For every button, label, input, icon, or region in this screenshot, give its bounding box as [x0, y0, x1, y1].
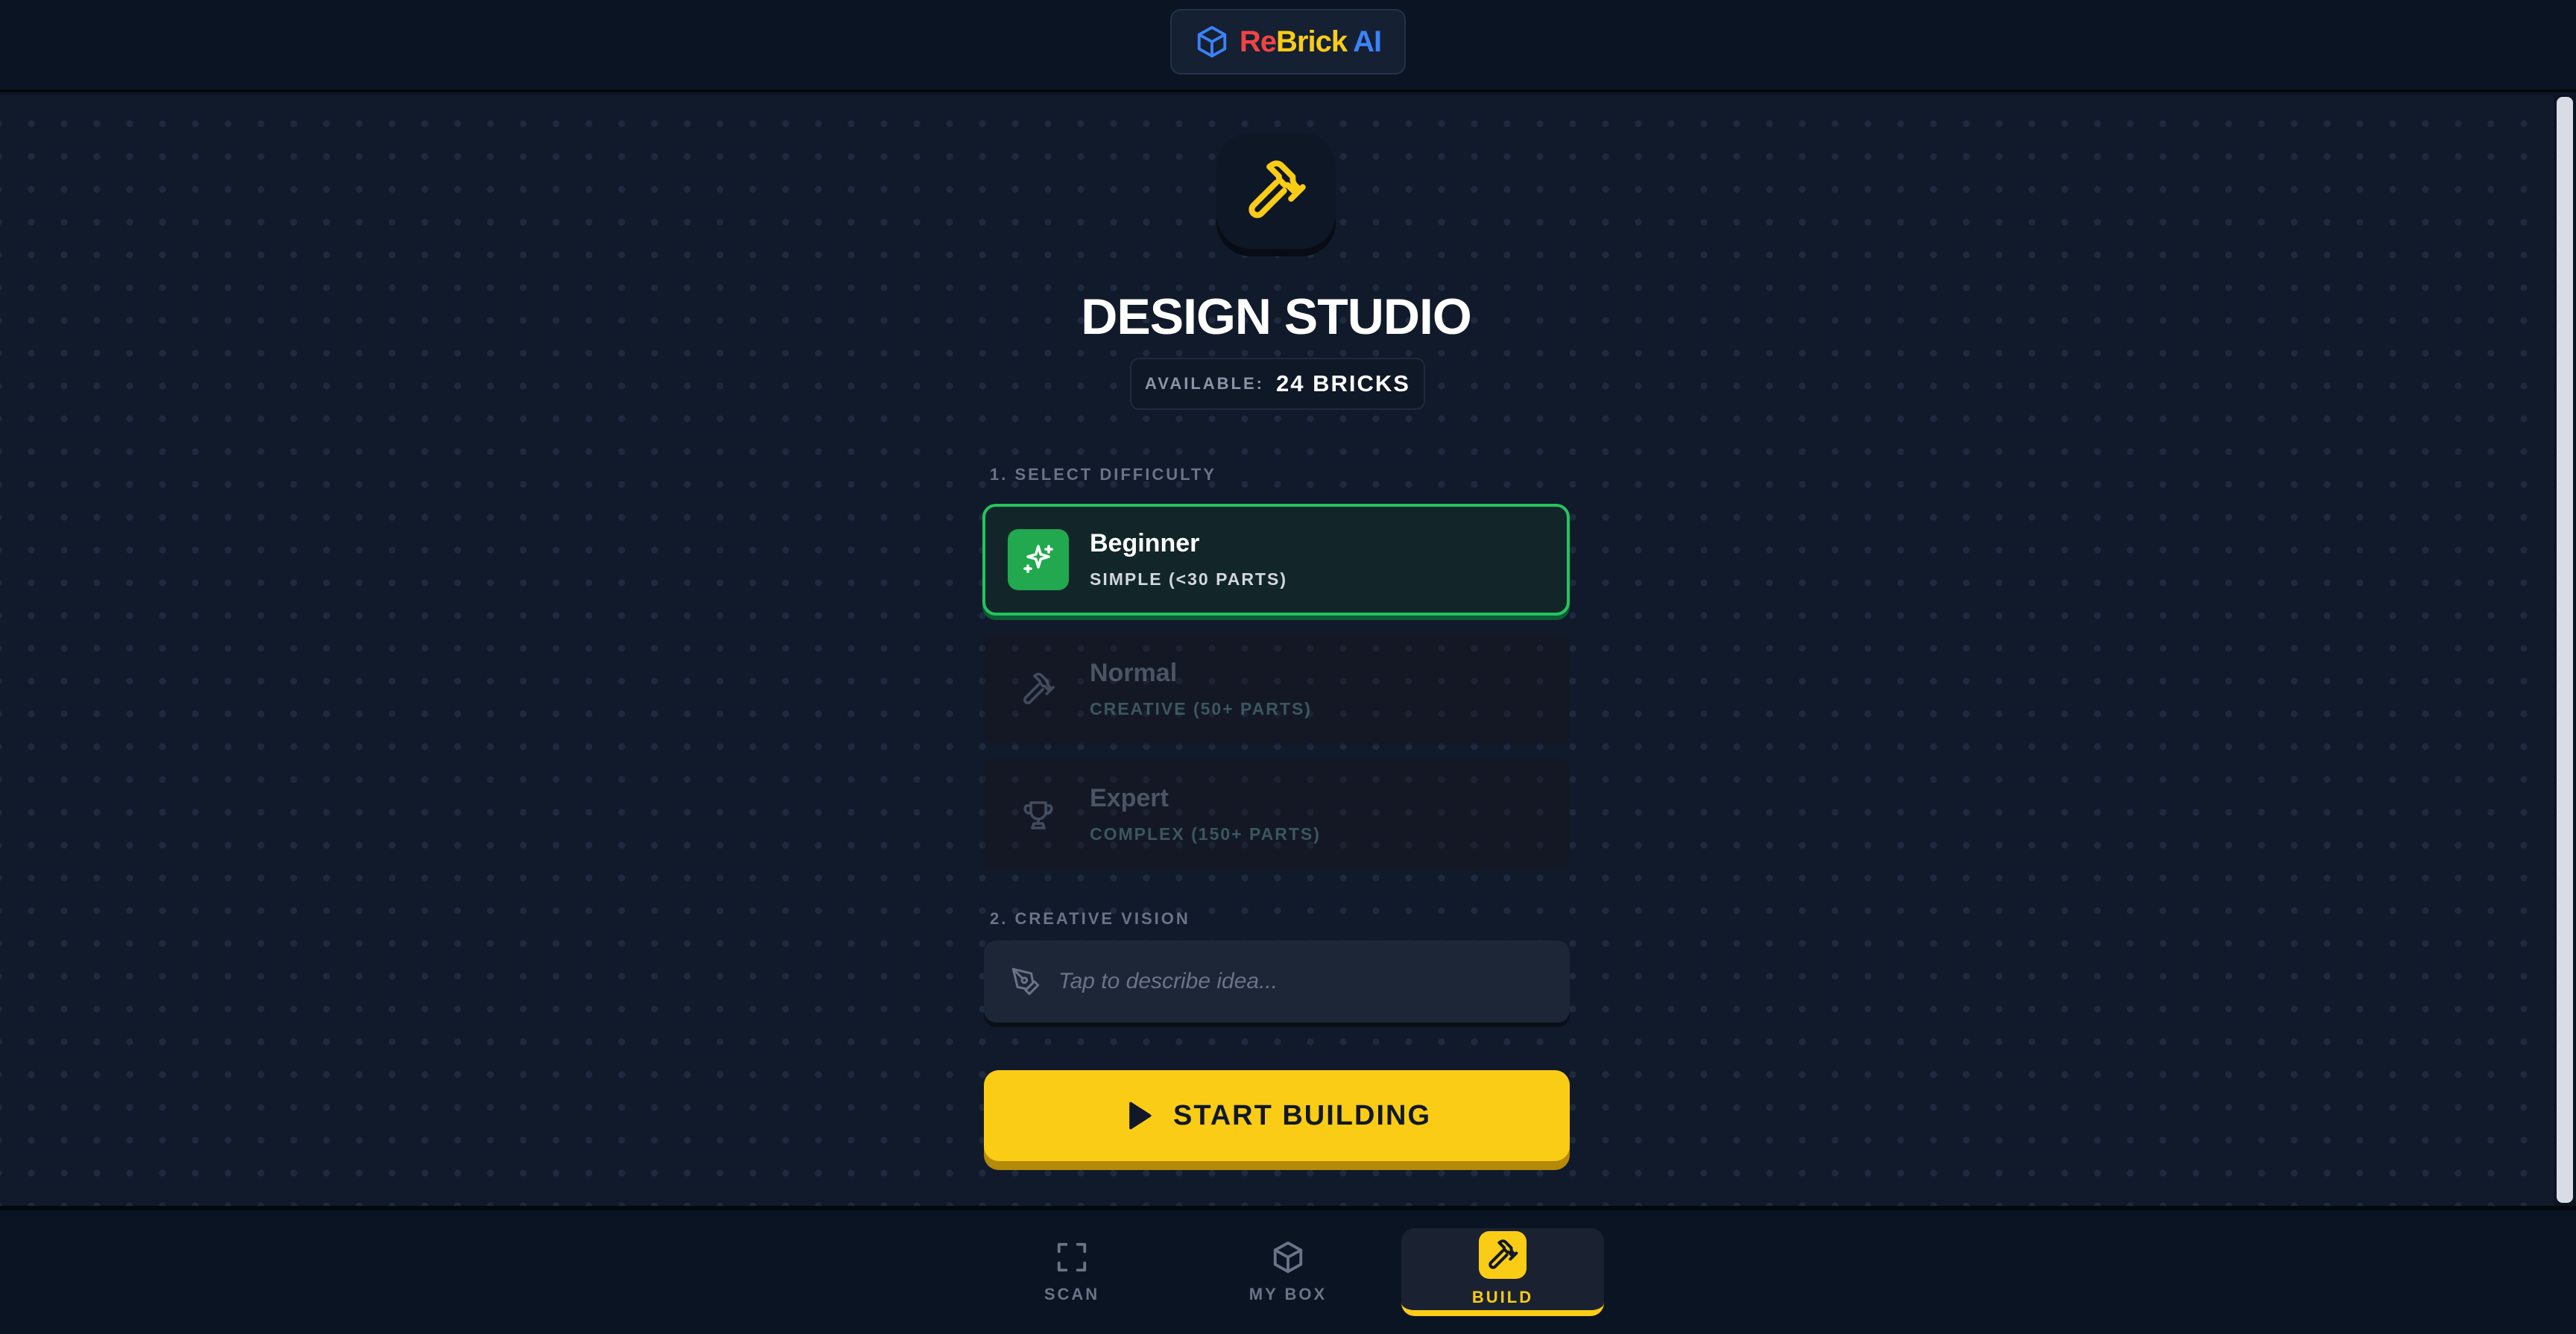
creative-vision-input[interactable]	[1058, 941, 1550, 1022]
sparkles-icon	[1023, 545, 1053, 573]
nav-label: BUILD	[1471, 1288, 1534, 1306]
brand-logo[interactable]: ReBrick AI	[1170, 9, 1406, 75]
difficulty-name: Expert	[1090, 784, 1169, 812]
play-icon	[1129, 1101, 1152, 1130]
pen-tool-icon	[1011, 967, 1040, 996]
hammer-icon	[1248, 160, 1306, 218]
vision-section-label: 2. CREATIVE VISION	[990, 909, 1190, 928]
available-bricks-badge: AVAILABLE: 24 BRICKS	[1130, 358, 1425, 410]
trophy-icon	[1023, 801, 1053, 829]
hero-hammer-badge	[1216, 133, 1336, 249]
brand-name: ReBrick AI	[1239, 25, 1382, 59]
bottom-navigation: SCAN MY BOX BUILD	[0, 1206, 2576, 1334]
difficulty-section-label: 1. SELECT DIFFICULTY	[990, 465, 1217, 484]
nav-item-my-box[interactable]: MY BOX	[1187, 1228, 1389, 1316]
page-title: DESIGN STUDIO	[1081, 288, 1472, 345]
brand-name-ai: AI	[1353, 25, 1382, 58]
difficulty-subtitle: SIMPLE (<30 PARTS)	[1090, 569, 1287, 589]
nav-item-scan[interactable]: SCAN	[970, 1228, 1173, 1316]
difficulty-icon-badge	[1008, 784, 1069, 845]
brand-name-re: Re	[1239, 25, 1277, 58]
hammer-icon	[1489, 1239, 1518, 1269]
difficulty-option-expert[interactable]: Expert COMPLEX (150+ PARTS)	[982, 759, 1570, 870]
difficulty-option-normal[interactable]: Normal CREATIVE (50+ PARTS)	[982, 633, 1570, 745]
difficulty-option-beginner[interactable]: Beginner SIMPLE (<30 PARTS)	[982, 504, 1570, 616]
difficulty-name: Beginner	[1090, 529, 1200, 557]
available-label: AVAILABLE:	[1145, 374, 1264, 393]
start-building-label: START BUILDING	[1172, 1099, 1432, 1131]
difficulty-icon-badge	[1008, 659, 1069, 720]
hammer-icon	[1023, 672, 1055, 705]
nav-label: MY BOX	[1248, 1285, 1328, 1303]
nav-item-build[interactable]: BUILD	[1401, 1228, 1604, 1316]
build-icon-badge	[1479, 1231, 1527, 1279]
cube-icon	[1197, 25, 1227, 58]
difficulty-name: Normal	[1090, 659, 1178, 687]
scrollbar-thumb[interactable]	[2557, 97, 2573, 1203]
top-header: ReBrick AI	[0, 0, 2576, 92]
brand-name-brick: Brick	[1276, 25, 1348, 58]
difficulty-icon-badge	[1008, 529, 1069, 590]
scan-icon	[1057, 1242, 1087, 1272]
box-icon	[1273, 1241, 1303, 1274]
available-value: 24 BRICKS	[1276, 370, 1410, 396]
difficulty-subtitle: CREATIVE (50+ PARTS)	[1090, 699, 1312, 718]
creative-vision-field[interactable]	[984, 941, 1570, 1022]
start-building-button[interactable]: START BUILDING	[984, 1070, 1570, 1161]
app-root: ReBrick AI DESIGN STUDIO AVAILABLE: 24 BR…	[0, 0, 2576, 1334]
nav-label: SCAN	[1044, 1285, 1100, 1303]
difficulty-subtitle: COMPLEX (150+ PARTS)	[1090, 824, 1321, 844]
